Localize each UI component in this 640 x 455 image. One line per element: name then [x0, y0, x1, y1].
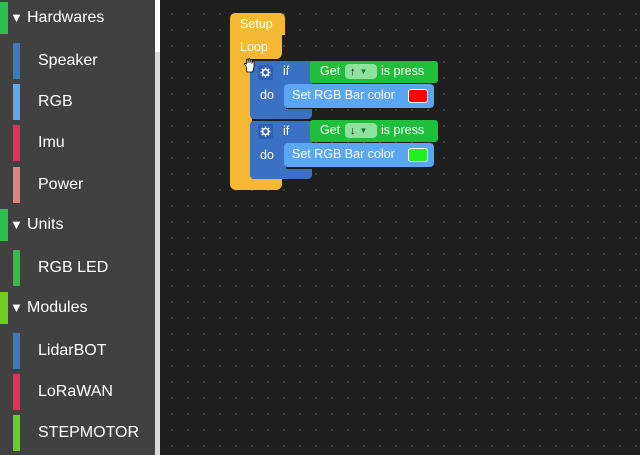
if-block-footer[interactable]	[250, 169, 312, 179]
toolbox-item-speaker[interactable]: Speaker	[0, 42, 155, 79]
category-hardwares[interactable]: ▼ Hardwares	[0, 0, 155, 36]
toolbox-item-label: Imu	[38, 134, 65, 151]
loop-label: Loop	[240, 40, 268, 54]
key-dropdown[interactable]: ↑ ▼	[345, 64, 377, 79]
category-label: Modules	[27, 299, 88, 316]
toolbox-item-label: LoRaWAN	[38, 383, 113, 400]
if-block-footer[interactable]	[250, 109, 312, 119]
arrow-down-icon: ↓	[350, 124, 356, 137]
item-color-stripe	[13, 167, 20, 203]
chevron-down-icon: ▼	[359, 67, 368, 76]
collapse-triangle-icon[interactable]: ▼	[10, 10, 23, 26]
toolbox-item-label: Speaker	[38, 52, 98, 69]
get-key-block[interactable]: Get ↑ ▼ is press	[310, 61, 438, 83]
gear-icon[interactable]	[258, 124, 273, 139]
toolbox-item-label: RGB	[38, 93, 73, 110]
set-rgb-bar-color-block[interactable]: Set RGB Bar color	[284, 84, 434, 108]
chevron-down-icon: ▼	[359, 126, 368, 135]
category-label: Hardwares	[27, 9, 105, 26]
set-rgb-label: Set RGB Bar color	[292, 147, 395, 161]
setup-label: Setup	[240, 17, 273, 31]
category-units[interactable]: ▼ Units	[0, 207, 155, 243]
item-color-stripe	[13, 125, 20, 161]
do-label: do	[260, 148, 274, 162]
item-color-stripe	[13, 43, 20, 79]
toolbox-item-stepmotor[interactable]: STEPMOTOR	[0, 414, 155, 451]
if-label: if	[283, 64, 290, 78]
get-label: Get	[320, 64, 341, 78]
toolbox-item-rgb[interactable]: RGB	[0, 83, 155, 120]
key-dropdown[interactable]: ↓ ▼	[345, 123, 377, 138]
item-color-stripe	[13, 250, 20, 286]
category-color-stripe	[0, 292, 8, 324]
category-color-stripe	[0, 2, 8, 34]
if-label: if	[283, 124, 290, 138]
loop-block-footer[interactable]	[252, 178, 282, 190]
item-color-stripe	[13, 374, 20, 410]
set-rgb-label: Set RGB Bar color	[292, 88, 395, 102]
toolbox-item-label: Power	[38, 176, 84, 193]
toolbox-sidebar: ▼ Hardwares Speaker RGB Imu Power ▼ Unit…	[0, 0, 160, 455]
toolbox-item-power[interactable]: Power	[0, 166, 155, 203]
loop-block-spine[interactable]	[230, 59, 252, 190]
toolbox-item-imu[interactable]: Imu	[0, 124, 155, 161]
toolbox-item-lidarbot[interactable]: LidarBOT	[0, 332, 155, 369]
category-color-stripe	[0, 209, 8, 241]
category-modules[interactable]: ▼ Modules	[0, 290, 155, 326]
item-color-stripe	[13, 333, 20, 369]
is-press-label: is press	[381, 64, 425, 78]
hand-cursor-icon	[243, 58, 255, 73]
toolbox-item-label: RGB LED	[38, 259, 109, 276]
item-color-stripe	[13, 84, 20, 120]
toolbox-item-rgb-led[interactable]: RGB LED	[0, 249, 155, 286]
color-swatch[interactable]	[408, 89, 428, 103]
collapse-triangle-icon[interactable]: ▼	[10, 300, 23, 316]
toolbox-item-lorawan[interactable]: LoRaWAN	[0, 373, 155, 410]
category-label: Units	[27, 216, 64, 233]
collapse-triangle-icon[interactable]: ▼	[10, 217, 23, 233]
arrow-up-icon: ↑	[350, 65, 356, 78]
get-label: Get	[320, 123, 341, 137]
toolbox-item-label: STEPMOTOR	[38, 424, 140, 441]
is-press-label: is press	[381, 123, 425, 137]
color-swatch[interactable]	[408, 148, 428, 162]
gear-icon[interactable]	[258, 65, 273, 80]
toolbox-item-label: LidarBOT	[38, 342, 107, 359]
get-key-block[interactable]: Get ↓ ▼ is press	[310, 120, 438, 142]
set-rgb-bar-color-block[interactable]: Set RGB Bar color	[284, 143, 434, 167]
do-label: do	[260, 88, 274, 102]
block-workspace[interactable]: Setup Loop if do Get ↑ ▼ is press Set RG…	[160, 0, 640, 455]
item-color-stripe	[13, 415, 20, 451]
